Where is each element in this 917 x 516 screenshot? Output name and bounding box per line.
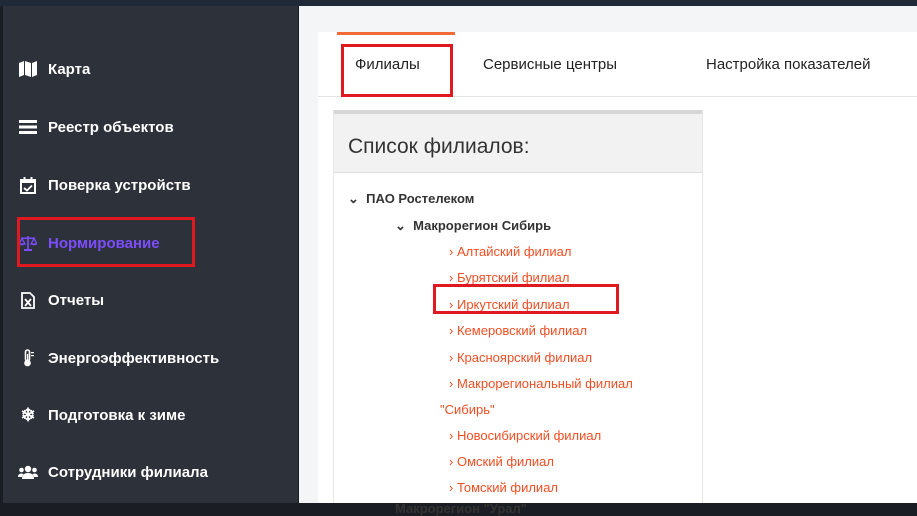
chevron-down-icon: ⌄: [348, 191, 359, 206]
tab-service-centers[interactable]: Сервисные центры: [483, 32, 617, 96]
main-content: Филиалы Сервисные центры Настройка показ…: [299, 6, 917, 516]
chevron-right-icon: ›: [449, 454, 454, 469]
sidebar-item-label: Поверка устройств: [48, 176, 191, 194]
tree-node-root[interactable]: ⌄ ПАО Ростелеком: [348, 191, 474, 207]
tree-leaf-branch[interactable]: › Омский филиал: [449, 454, 554, 469]
sidebar-item-reports[interactable]: Отчеты: [3, 280, 298, 320]
panel-title: Список филиалов:: [348, 135, 530, 158]
branches-panel: Список филиалов: ⌄ ПАО Ростелеком ⌄ Макр…: [333, 110, 703, 516]
tree-leaf-branch[interactable]: › Красноярский филиал: [449, 350, 592, 365]
sidebar-item-registry[interactable]: Реестр объектов: [3, 107, 298, 147]
tree-leaf-branch[interactable]: › Томский филиал: [449, 480, 558, 495]
users-icon: [18, 462, 38, 482]
tree-leaf-branch[interactable]: › Кемеровский филиал: [449, 323, 587, 338]
sidebar-item-winter-prep[interactable]: ❄ Подготовка к зиме: [3, 395, 298, 435]
tab-indicator-settings[interactable]: Настройка показателей: [706, 32, 870, 96]
snowflake-icon: ❄: [20, 404, 36, 425]
tree-leaf-branch[interactable]: › Макрорегиональный филиал: [449, 376, 633, 391]
chevron-right-icon: ›: [449, 270, 454, 285]
balance-scale-icon: [18, 233, 38, 253]
thermometer-icon: [18, 348, 38, 368]
tree-leaf-branch[interactable]: › Алтайский филиал: [449, 244, 571, 259]
sidebar-item-label: Сотрудники филиала: [48, 463, 208, 481]
content-card: Филиалы Сервисные центры Настройка показ…: [318, 32, 917, 516]
sidebar-item-label: Отчеты: [48, 291, 105, 309]
sidebar: Карта Реестр объектов Поверка устройств …: [3, 6, 298, 503]
sidebar-item-label: Карта: [48, 60, 91, 78]
map-icon: [18, 59, 38, 79]
chevron-right-icon: ›: [449, 323, 454, 338]
sidebar-item-label: Энергоэффективность: [48, 349, 220, 367]
chevron-right-icon: ›: [449, 244, 454, 259]
sidebar-item-employees[interactable]: Сотрудники филиала: [3, 452, 298, 492]
chevron-right-icon: ›: [449, 376, 454, 391]
tree-leaf-branch[interactable]: › Бурятский филиал: [449, 270, 569, 285]
tree-leaf-branch[interactable]: › Иркутский филиал: [449, 297, 570, 312]
tree-leaf-branch[interactable]: › Новосибирский филиал: [449, 428, 601, 443]
list-icon: [18, 117, 38, 137]
tab-branches[interactable]: Филиалы: [355, 32, 420, 96]
tree-node-region[interactable]: ⌄ Макрорегион Сибирь: [395, 218, 551, 234]
sidebar-item-label: Нормирование: [48, 234, 160, 252]
chevron-down-icon: ⌄: [395, 218, 406, 233]
sidebar-item-label: Подготовка к зиме: [48, 406, 186, 424]
chevron-right-icon: ›: [449, 480, 454, 495]
tab-divider: [318, 96, 917, 97]
sidebar-item-normirovanie[interactable]: Нормирование: [3, 223, 298, 263]
sidebar-item-energy-efficiency[interactable]: Энергоэффективность: [3, 338, 298, 378]
sidebar-item-device-check[interactable]: Поверка устройств: [3, 165, 298, 205]
chevron-right-icon: ›: [449, 350, 454, 365]
tree-leaf-branch-wrap[interactable]: "Сибирь": [440, 402, 495, 417]
sidebar-item-map[interactable]: Карта: [3, 49, 298, 89]
tree-node-next-region[interactable]: Макрорегион "Урал": [395, 501, 527, 516]
calendar-check-icon: [18, 175, 38, 195]
chevron-right-icon: ›: [449, 428, 454, 443]
chevron-right-icon: ›: [449, 297, 454, 312]
sidebar-item-label: Реестр объектов: [48, 118, 174, 136]
panel-header: Список филиалов:: [334, 114, 702, 173]
excel-file-icon: [18, 290, 38, 310]
